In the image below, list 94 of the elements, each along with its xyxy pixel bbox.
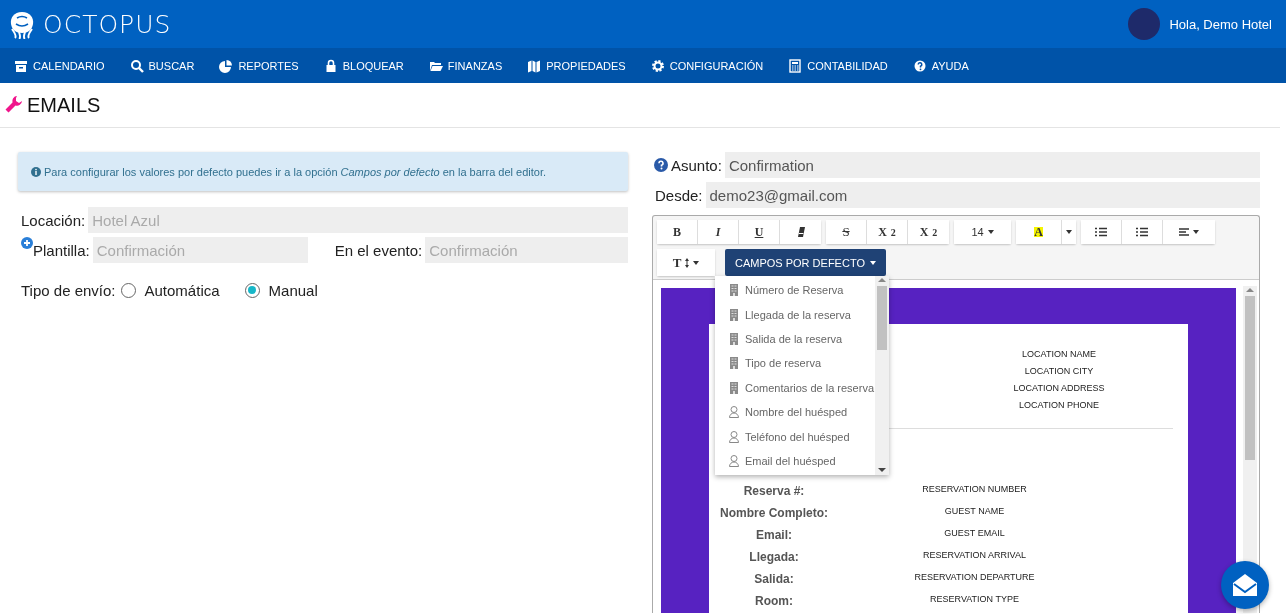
nav-item[interactable]: CONFIGURACIÓN [650, 58, 764, 73]
location-text: LOCATION PHONE [1019, 399, 1099, 411]
field-label: Plantilla: [32, 241, 91, 259]
bullet-list-button[interactable] [1081, 220, 1122, 244]
dropdown-button[interactable] [1062, 220, 1076, 244]
nav-item[interactable]: FINANZAS [428, 58, 503, 73]
map-icon [527, 58, 542, 73]
building-icon [729, 332, 739, 345]
default-fields-button[interactable]: CAMPOS POR DEFECTO [725, 249, 886, 276]
user-icon [729, 454, 739, 467]
line-height-button[interactable]: T [657, 249, 715, 276]
italic-button[interactable]: I [698, 220, 739, 244]
menu-item[interactable]: Nombre del huésped [715, 399, 875, 425]
pie-chart-icon [219, 58, 234, 73]
align-button[interactable] [1163, 220, 1215, 244]
detail-label: Room: [754, 593, 794, 610]
envelope-icon [1231, 572, 1259, 598]
greeting[interactable]: Hola, Demo Hotel [1169, 16, 1272, 32]
detail-label: Email: [755, 527, 793, 544]
arrows-icon [685, 257, 690, 268]
field-label: En el evento: [333, 241, 424, 259]
detail-label: Llegada: [748, 549, 800, 566]
building-icon [729, 308, 739, 321]
nav-item[interactable]: CONTABILIDAD [788, 58, 888, 73]
template-field[interactable]: Confirmación [92, 237, 308, 263]
caret-icon [1193, 230, 1199, 234]
menu-item[interactable]: Teléfono del huésped [715, 424, 875, 449]
detail-value: RESERVATION TYPE [929, 593, 1020, 606]
caret-icon [693, 260, 700, 265]
page-title: EMAILS [27, 93, 101, 117]
help-icon [912, 58, 927, 73]
caret-icon [987, 230, 994, 234]
bullet-list-icon [1095, 227, 1107, 237]
search-icon [129, 58, 144, 73]
scrollbar[interactable] [875, 276, 889, 475]
location-text: LOCATION ADDRESS [1013, 382, 1105, 394]
building-icon [729, 284, 739, 297]
radio-option[interactable]: Manual [244, 281, 318, 299]
archive-icon [14, 58, 28, 73]
nav-item[interactable]: CALENDARIO [14, 58, 105, 73]
detail-value: RESERVATION ARRIVAL [922, 549, 1027, 562]
detail-label: Salida: [753, 571, 795, 588]
underline-button[interactable]: U [739, 220, 780, 244]
caret-icon [870, 260, 876, 265]
detail-value: GUEST EMAIL [943, 527, 1006, 540]
nav-item[interactable]: PROPIEDADES [527, 58, 626, 73]
menu-item[interactable]: Número de Reserva [715, 278, 875, 303]
nav-item[interactable]: AYUDA [912, 58, 969, 73]
gear-icon [650, 58, 665, 73]
location-text: LOCATION CITY [1024, 365, 1094, 377]
info-text: Para configurar los valores por defecto puedes ir a la opción Campos por defecto en la barra del editor. [44, 165, 547, 178]
add-icon [21, 237, 33, 249]
field-label: Locación: [20, 211, 87, 229]
clear-format-button[interactable] [780, 220, 821, 244]
caret-icon [1066, 230, 1072, 234]
text-color-button[interactable]: A [1016, 220, 1062, 244]
nav-item[interactable]: REPORTES [219, 58, 299, 73]
field-label: Desde: [654, 186, 704, 204]
bold-button[interactable]: B [657, 220, 698, 244]
eraser-icon [796, 227, 805, 237]
wrench-icon [4, 95, 24, 115]
align-icon [1179, 228, 1189, 236]
field-label: Tipo de envío: [20, 281, 117, 299]
menu-item[interactable]: Email del huésped [715, 448, 875, 474]
detail-label: Nombre Completo: [719, 505, 829, 522]
nav-item[interactable]: BUSCAR [129, 58, 195, 73]
info-icon [31, 166, 41, 177]
brand-name: OCTOPUS [43, 9, 172, 39]
strikethrough-button[interactable]: S [826, 220, 867, 244]
user-icon [729, 430, 739, 443]
numbered-list-icon [1136, 227, 1148, 237]
menu-item[interactable]: Tipo de reserva [715, 351, 875, 376]
location-text: LOCATION NAME [1022, 348, 1096, 360]
menu-item[interactable]: Llegada de la reserva [715, 302, 875, 327]
building-icon [729, 357, 739, 370]
field-label: Asunto: [670, 156, 723, 174]
help-icon [654, 158, 668, 172]
menu-item[interactable]: Comentarios de la reserva [715, 375, 875, 400]
location-field[interactable]: Hotel Azul [88, 207, 628, 233]
subject-field[interactable]: Confirmation [724, 152, 1260, 178]
nav-item[interactable]: BLOQUEAR [323, 58, 404, 73]
radio-option[interactable]: Automática [120, 281, 220, 299]
detail-value: GUEST NAME [943, 505, 1006, 518]
building-icon [729, 381, 739, 394]
menu-item[interactable]: Salida de la reserva [715, 326, 875, 352]
detail-label: Reserva #: [742, 483, 806, 500]
calculator-icon [788, 58, 803, 73]
detail-value: RESERVATION DEPARTURE [913, 571, 1036, 584]
font-size-button[interactable]: 14 [954, 220, 1011, 244]
sender-field[interactable]: demo23@gmail.com [705, 182, 1260, 208]
numbered-list-button[interactable] [1122, 220, 1163, 244]
detail-value: RESERVATION NUMBER [921, 483, 1028, 496]
user-icon [729, 406, 739, 419]
event-field[interactable]: Confirmación [425, 237, 628, 263]
